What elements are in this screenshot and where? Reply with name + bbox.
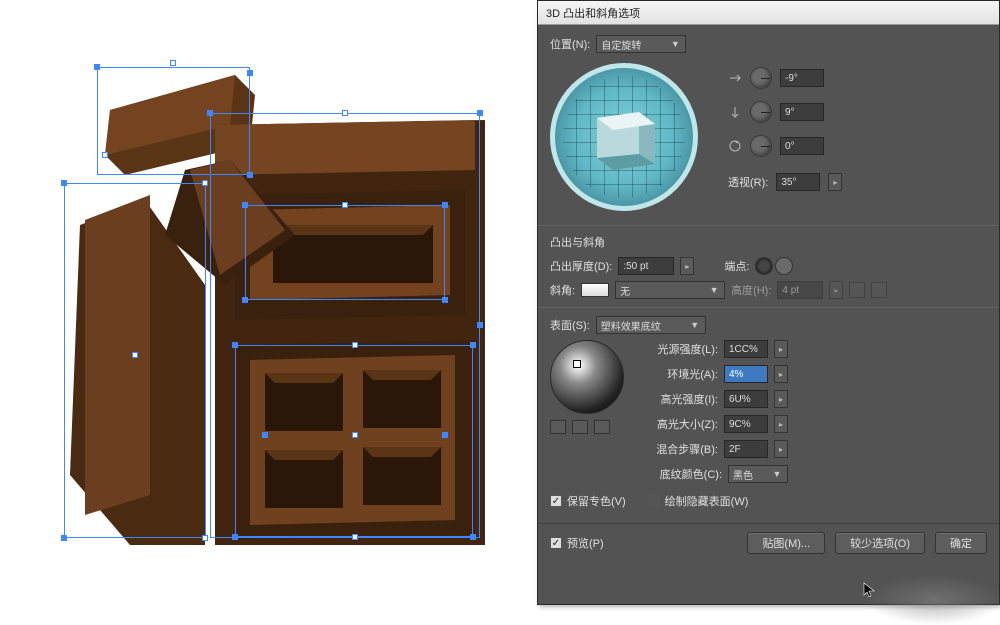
rotation-x-field[interactable]: -9° [780,69,824,87]
highlight-size-slider[interactable]: ▸ [774,415,788,433]
preview-label: 预览(P) [567,535,604,551]
dialog-3d-extrude-bevel: 3D 凸出和斜角选项 位置(N): 自定旋转▼ [537,0,1000,605]
ok-button[interactable]: 确定 [935,532,987,554]
highlight-size-label: 高光大小(Z): [640,416,718,432]
cube-preview-icon [583,96,665,178]
preserve-spot-label: 保留专色(V) [567,493,626,509]
light-point-handle[interactable] [573,360,581,368]
highlight-intensity-label: 高光强度(I): [640,391,718,407]
perspective-slider-button[interactable]: ▸ [828,173,842,191]
bbox-left-radical[interactable] [64,183,206,538]
depth-field[interactable]: :50 pt [618,257,674,275]
depth-slider-button[interactable]: ▸ [680,257,694,275]
chevron-down-icon: ▼ [708,285,720,295]
rotation-trackball[interactable] [550,63,698,211]
smudge-artifact [865,575,1000,625]
extrude-section-title: 凸出与斜角 [550,234,987,250]
perspective-label: 透视(R): [728,174,768,190]
fewer-options-button[interactable]: 较少选项(O) [835,532,925,554]
depth-label: 凸出厚度(D): [550,258,612,274]
axis-z-icon [728,139,742,153]
bevel-dropdown[interactable]: 无▼ [615,281,725,299]
bevel-preview-icon [581,283,609,297]
dialog-title[interactable]: 3D 凸出和斜角选项 [538,1,999,25]
light-delete-icon[interactable] [594,420,610,434]
bbox-kou[interactable] [245,205,445,300]
light-intensity-field[interactable]: 1CC% [724,340,768,358]
draw-hidden-label: 绘制隐藏表面(W) [665,493,749,509]
preserve-spot-checkbox[interactable]: ✓ [550,495,562,507]
bevel-label: 斜角: [550,282,575,298]
axis-x-icon [728,71,742,85]
highlight-intensity-slider[interactable]: ▸ [774,390,788,408]
position-label: 位置(N): [550,36,590,52]
artwork-canvas[interactable] [0,0,535,620]
rotation-z-dial[interactable] [750,135,772,157]
light-sphere[interactable] [550,340,624,414]
shading-color-dropdown[interactable]: 黑色▼ [728,465,788,483]
draw-hidden-checkbox[interactable] [648,495,660,507]
light-intensity-label: 光源强度(L): [640,341,718,357]
surface-label: 表面(S): [550,317,590,333]
bevel-in-icon [849,282,865,298]
chevron-down-icon: ▼ [771,469,783,479]
shading-color-label: 底纹颜色(C): [644,466,722,482]
cursor-icon [863,582,875,598]
highlight-size-field[interactable]: 9C% [724,415,768,433]
cap-label: 端点: [724,258,749,274]
artwork-3d-fu[interactable] [55,55,485,555]
blend-steps-label: 混合步骤(B): [640,441,718,457]
map-art-button[interactable]: 贴图(M)... [747,532,825,554]
ambient-label: 环境光(A): [640,366,718,382]
position-dropdown[interactable]: 自定旋转▼ [596,35,686,53]
axis-y-icon [728,105,742,119]
rotation-y-dial[interactable] [750,101,772,123]
bbox-tian[interactable] [235,345,473,537]
preview-checkbox[interactable]: ✓ [550,537,562,549]
light-intensity-slider[interactable]: ▸ [774,340,788,358]
rotation-x-dial[interactable] [750,67,772,89]
cap-on-icon[interactable] [755,257,773,275]
rotation-y-field[interactable]: 9° [780,103,824,121]
bevel-out-icon [871,282,887,298]
surface-dropdown[interactable]: 塑料效果底纹▼ [596,316,706,334]
ambient-slider[interactable]: ▸ [774,365,788,383]
chevron-down-icon: ▼ [689,320,701,330]
ambient-field[interactable]: 4% [724,365,768,383]
light-new-icon[interactable] [572,420,588,434]
light-back-icon[interactable] [550,420,566,434]
chevron-down-icon: ▼ [669,39,681,49]
rotation-z-field[interactable]: 0° [780,137,824,155]
blend-steps-slider[interactable]: ▸ [774,440,788,458]
bevel-height-field: 4 pt [777,281,823,299]
perspective-field[interactable]: 35° [776,173,820,191]
cap-off-icon[interactable] [775,257,793,275]
bevel-height-label: 高度(H): [731,282,771,298]
blend-steps-field[interactable]: 2F [724,440,768,458]
bevel-height-slider: ▸ [829,281,843,299]
highlight-intensity-field[interactable]: 6U% [724,390,768,408]
